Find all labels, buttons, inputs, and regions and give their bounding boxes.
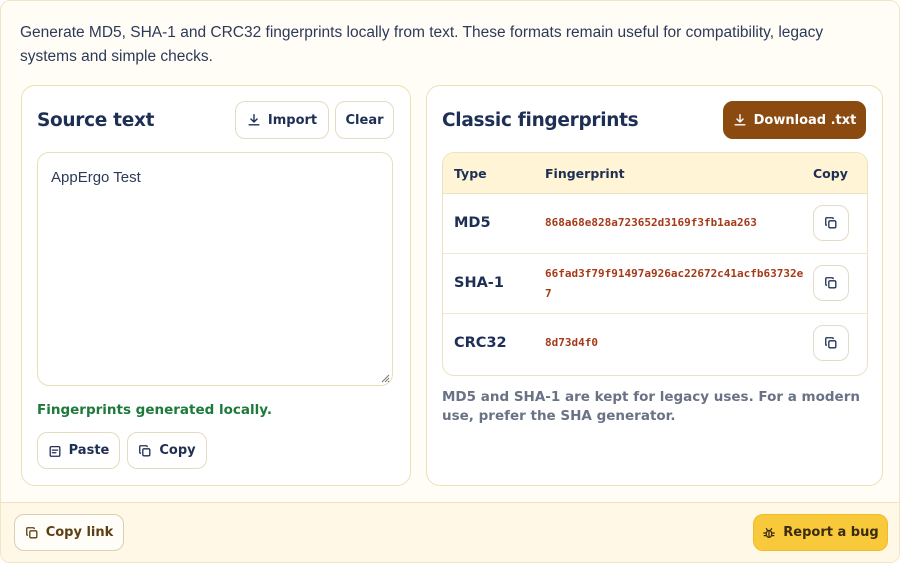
row-fingerprint: 868a68e828a723652d3169f3fb1aa263 [545,216,757,229]
row-fingerprint: 66fad3f79f91497a926ac22672c41acfb63732e7 [545,267,804,300]
row-type: MD5 [454,215,491,231]
header-copy: Copy [813,166,848,181]
header-type: Type [454,166,487,181]
header-fingerprint: Fingerprint [545,166,625,181]
source-title: Source text [37,110,155,131]
app-frame: Generate MD5, SHA-1 and CRC32 fingerprin… [0,0,900,563]
copy-crc32-button[interactable] [813,325,849,361]
copy-sha1-button[interactable] [813,265,849,301]
report-bug-label: Report a bug [783,525,879,540]
bug-icon [762,526,776,540]
copy-icon [138,444,152,458]
table-row-sha1: SHA-1 66fad3f79f91497a926ac22672c41acfb6… [443,254,867,314]
paste-button[interactable]: Paste [37,432,120,469]
table-row-crc32: CRC32 8d73d4f0 [443,314,867,374]
footer-bar: Copy link Report a bug [1,502,899,562]
row-fingerprint: 8d73d4f0 [545,336,598,349]
copy-icon [824,336,838,350]
table-row-md5: MD5 868a68e828a723652d3169f3fb1aa263 [443,194,867,254]
download-icon [247,113,261,127]
clear-label: Clear [345,112,384,128]
intro-text: Generate MD5, SHA-1 and CRC32 fingerprin… [20,24,824,65]
download-icon [733,113,747,127]
source-text-value: AppErgo Test [51,169,141,186]
import-label: Import [267,112,318,128]
copy-icon [824,216,838,230]
copy-label: Copy [159,443,196,458]
fingerprints-card: Classic fingerprints Download .txt Type … [426,85,883,486]
table-header: Type Fingerprint Copy [443,153,867,194]
copy-md5-button[interactable] [813,205,849,241]
copy-text-button[interactable]: Copy [127,432,207,469]
paste-label: Paste [68,443,110,458]
download-label: Download .txt [753,112,857,128]
legacy-note: MD5 and SHA-1 are kept for legacy uses. … [442,389,860,424]
clear-button[interactable]: Clear [335,101,394,139]
row-type: SHA-1 [454,275,504,291]
copy-icon [25,526,39,540]
source-card: Source text Import Clear AppErgo Test Fi… [21,85,411,486]
resize-handle-icon[interactable] [380,373,390,383]
copy-link-label: Copy link [45,525,114,540]
fingerprints-title: Classic fingerprints [442,110,639,131]
clipboard-icon [48,444,62,458]
import-button[interactable]: Import [235,101,329,139]
source-textarea[interactable]: AppErgo Test [37,152,393,386]
status-message: Fingerprints generated locally. [37,402,272,418]
copy-link-button[interactable]: Copy link [14,514,124,551]
fingerprints-table: Type Fingerprint Copy MD5 868a68e828a723… [442,152,868,376]
copy-icon [824,276,838,290]
row-type: CRC32 [454,335,507,351]
download-txt-button[interactable]: Download .txt [723,101,866,139]
report-bug-button[interactable]: Report a bug [753,514,888,551]
